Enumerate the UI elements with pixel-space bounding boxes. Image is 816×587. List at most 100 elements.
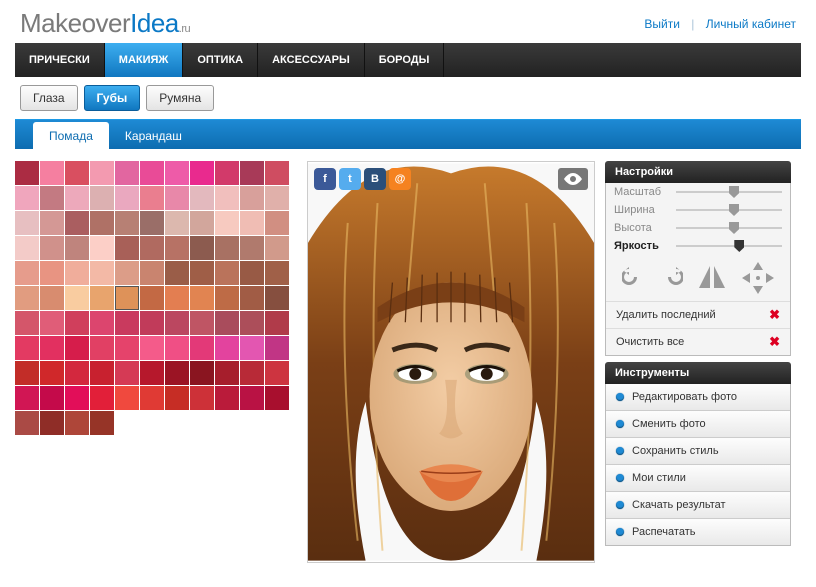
color-swatch[interactable] — [90, 361, 114, 385]
color-swatch[interactable] — [215, 261, 239, 285]
color-swatch[interactable] — [265, 286, 289, 310]
tab-0[interactable]: Помада — [33, 122, 109, 149]
color-swatch[interactable] — [115, 386, 139, 410]
logo[interactable]: MakeoverIdea.ru — [20, 8, 190, 39]
color-swatch[interactable] — [165, 311, 189, 335]
color-swatch[interactable] — [40, 411, 64, 435]
color-swatch[interactable] — [190, 311, 214, 335]
color-swatch[interactable] — [90, 186, 114, 210]
color-swatch[interactable] — [165, 211, 189, 235]
move-pad[interactable] — [742, 262, 774, 294]
color-swatch[interactable] — [265, 211, 289, 235]
color-swatch[interactable] — [140, 161, 164, 185]
color-swatch[interactable] — [15, 161, 39, 185]
arrow-right-icon[interactable] — [764, 273, 774, 283]
color-swatch[interactable] — [240, 186, 264, 210]
slider-track[interactable] — [676, 206, 782, 214]
clear-all-button[interactable]: Очистить все ✖ — [606, 328, 790, 355]
color-swatch[interactable] — [90, 411, 114, 435]
color-swatch[interactable] — [140, 386, 164, 410]
color-swatch[interactable] — [90, 211, 114, 235]
color-swatch[interactable] — [15, 236, 39, 260]
color-swatch[interactable] — [165, 361, 189, 385]
color-swatch[interactable] — [15, 336, 39, 360]
arrow-up-icon[interactable] — [753, 262, 763, 272]
color-swatch[interactable] — [215, 161, 239, 185]
color-swatch[interactable] — [65, 311, 89, 335]
tab-1[interactable]: Карандаш — [109, 122, 198, 149]
arrow-left-icon[interactable] — [742, 273, 752, 283]
color-swatch[interactable] — [265, 361, 289, 385]
main-nav-оптика[interactable]: ОПТИКА — [183, 43, 258, 77]
color-swatch[interactable] — [15, 286, 39, 310]
color-swatch[interactable] — [115, 336, 139, 360]
color-swatch[interactable] — [140, 361, 164, 385]
color-swatch[interactable] — [115, 361, 139, 385]
color-swatch[interactable] — [90, 261, 114, 285]
color-swatch[interactable] — [265, 336, 289, 360]
color-swatch[interactable] — [190, 286, 214, 310]
color-swatch[interactable] — [190, 236, 214, 260]
color-swatch[interactable] — [40, 236, 64, 260]
color-swatch[interactable] — [90, 386, 114, 410]
color-swatch[interactable] — [65, 161, 89, 185]
color-swatch[interactable] — [115, 236, 139, 260]
redo-icon[interactable] — [661, 267, 683, 290]
slider-thumb[interactable] — [729, 222, 739, 234]
main-nav-бороды[interactable]: БОРОДЫ — [365, 43, 445, 77]
slider-track[interactable] — [676, 188, 782, 196]
color-swatch[interactable] — [90, 311, 114, 335]
color-swatch[interactable] — [65, 361, 89, 385]
facebook-icon[interactable]: f — [314, 168, 336, 190]
color-swatch[interactable] — [240, 261, 264, 285]
color-swatch[interactable] — [140, 286, 164, 310]
color-swatch[interactable] — [190, 386, 214, 410]
color-swatch[interactable] — [65, 186, 89, 210]
color-swatch[interactable] — [115, 261, 139, 285]
color-swatch[interactable] — [240, 161, 264, 185]
color-swatch[interactable] — [165, 386, 189, 410]
color-swatch[interactable] — [265, 186, 289, 210]
color-swatch[interactable] — [65, 336, 89, 360]
toggle-preview-button[interactable] — [558, 168, 588, 190]
color-swatch[interactable] — [40, 361, 64, 385]
color-swatch[interactable] — [15, 261, 39, 285]
color-swatch[interactable] — [115, 211, 139, 235]
twitter-icon[interactable]: t — [339, 168, 361, 190]
sub-nav-2[interactable]: Румяна — [146, 85, 214, 111]
color-swatch[interactable] — [40, 161, 64, 185]
color-swatch[interactable] — [15, 411, 39, 435]
color-swatch[interactable] — [215, 336, 239, 360]
delete-last-button[interactable]: Удалить последний ✖ — [606, 301, 790, 328]
color-swatch[interactable] — [165, 186, 189, 210]
slider-thumb[interactable] — [729, 186, 739, 198]
color-swatch[interactable] — [40, 386, 64, 410]
color-swatch[interactable] — [215, 386, 239, 410]
color-swatch[interactable] — [140, 311, 164, 335]
color-swatch[interactable] — [15, 211, 39, 235]
color-swatch[interactable] — [165, 336, 189, 360]
color-swatch[interactable] — [165, 236, 189, 260]
color-swatch[interactable] — [190, 361, 214, 385]
color-swatch[interactable] — [140, 236, 164, 260]
main-nav-макияж[interactable]: МАКИЯЖ — [105, 43, 184, 77]
color-swatch[interactable] — [65, 286, 89, 310]
color-swatch[interactable] — [215, 361, 239, 385]
color-swatch[interactable] — [240, 211, 264, 235]
sub-nav-1[interactable]: Губы — [84, 85, 141, 111]
account-link[interactable]: Личный кабинет — [706, 17, 796, 31]
color-swatch[interactable] — [190, 211, 214, 235]
arrow-down-icon[interactable] — [753, 284, 763, 294]
tool-item-4[interactable]: Скачать результат — [606, 491, 790, 518]
color-swatch[interactable] — [90, 161, 114, 185]
color-swatch[interactable] — [240, 361, 264, 385]
main-nav-прически[interactable]: ПРИЧЕСКИ — [15, 43, 105, 77]
slider-thumb[interactable] — [729, 204, 739, 216]
color-swatch[interactable] — [215, 186, 239, 210]
color-swatch[interactable] — [190, 161, 214, 185]
main-nav-аксессуары[interactable]: АКСЕССУАРЫ — [258, 43, 365, 77]
color-swatch[interactable] — [215, 236, 239, 260]
color-swatch[interactable] — [40, 336, 64, 360]
tool-item-0[interactable]: Редактировать фото — [606, 384, 790, 410]
color-swatch[interactable] — [115, 311, 139, 335]
